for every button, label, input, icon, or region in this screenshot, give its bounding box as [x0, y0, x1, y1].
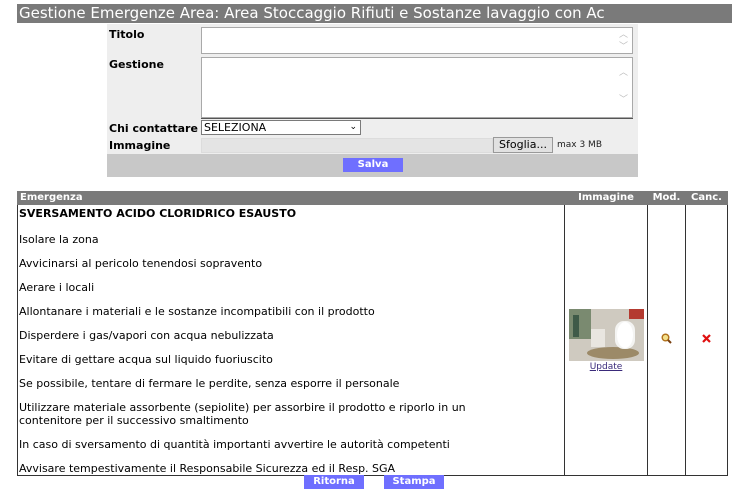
- scroll-up-icon[interactable]: ︿: [619, 31, 628, 40]
- table-row: SVERSAMENTO ACIDO CLORIDRICO ESAUSTO Iso…: [16, 204, 728, 476]
- image-cell: Update: [564, 204, 648, 476]
- gestione-label: Gestione: [109, 58, 164, 71]
- divider: [201, 118, 633, 119]
- list-item: In caso di sversamento di quantità impor…: [19, 438, 450, 451]
- col-header-emergenza: Emergenza: [16, 191, 566, 205]
- list-item: Allontanare i materiali e le sostanze in…: [19, 305, 375, 318]
- page-title: Gestione Emergenze Area: Area Stoccaggio…: [17, 4, 732, 23]
- image-file-input[interactable]: [201, 138, 493, 153]
- spill-photo-illustration: [568, 308, 644, 361]
- col-header-immagine: Immagine: [564, 191, 648, 205]
- col-header-mod: Mod.: [646, 191, 687, 205]
- scroll-down-icon[interactable]: ﹀: [619, 96, 628, 105]
- list-item: Avvisare tempestivamente il Responsabile…: [19, 462, 396, 475]
- list-item: Isolare la zona: [19, 233, 99, 246]
- col-header-canc: Canc.: [685, 191, 728, 205]
- emergency-table: Emergenza Immagine Mod. Canc. SVERSAMENT…: [16, 191, 728, 476]
- back-button[interactable]: Ritorna: [304, 475, 364, 489]
- delete-cell: [685, 204, 728, 476]
- list-item: Disperdere i gas/vapori con acqua nebuli…: [19, 329, 274, 342]
- magnifier-icon[interactable]: [661, 333, 672, 347]
- contact-select-value: SELEZIONA: [204, 121, 267, 134]
- list-item: Aerare i locali: [19, 281, 95, 294]
- gestione-textarea[interactable]: ︿ ﹀: [201, 57, 633, 118]
- contact-select[interactable]: SELEZIONA ⌄: [201, 120, 361, 135]
- contact-label: Chi contattare: [109, 122, 198, 135]
- list-item: Se possibile, tentare di fermare le perd…: [19, 377, 400, 390]
- print-button[interactable]: Stampa: [384, 475, 444, 489]
- browse-button[interactable]: Sfoglia...: [493, 137, 553, 153]
- list-item: Evitare di gettare acqua sul liquido fuo…: [19, 353, 273, 366]
- edit-cell: [646, 204, 687, 476]
- max-size-note: max 3 MB: [557, 140, 602, 150]
- emergency-form: Titolo ︿ ﹀ Gestione ︿ ﹀ Chi contattare S…: [107, 24, 638, 177]
- save-bar: Salva: [107, 154, 638, 177]
- delete-x-icon[interactable]: [701, 334, 712, 347]
- scroll-down-icon[interactable]: ﹀: [619, 43, 628, 52]
- emergency-cell: SVERSAMENTO ACIDO CLORIDRICO ESAUSTO Iso…: [16, 204, 566, 476]
- titolo-label: Titolo: [109, 28, 145, 41]
- scroll-up-icon[interactable]: ︿: [619, 69, 628, 78]
- titolo-textarea[interactable]: ︿ ﹀: [201, 27, 633, 54]
- save-button[interactable]: Salva: [343, 158, 403, 172]
- chevron-down-icon: ⌄: [349, 122, 357, 132]
- emergency-title: SVERSAMENTO ACIDO CLORIDRICO ESAUSTO: [19, 207, 297, 220]
- list-item: Avvicinarsi al pericolo tenendosi soprav…: [19, 257, 263, 270]
- update-image-link[interactable]: Update: [565, 362, 647, 372]
- image-label: Immagine: [109, 139, 171, 152]
- emergency-photo: [568, 308, 644, 361]
- list-item: Utilizzare materiale assorbente (sepioli…: [19, 401, 466, 427]
